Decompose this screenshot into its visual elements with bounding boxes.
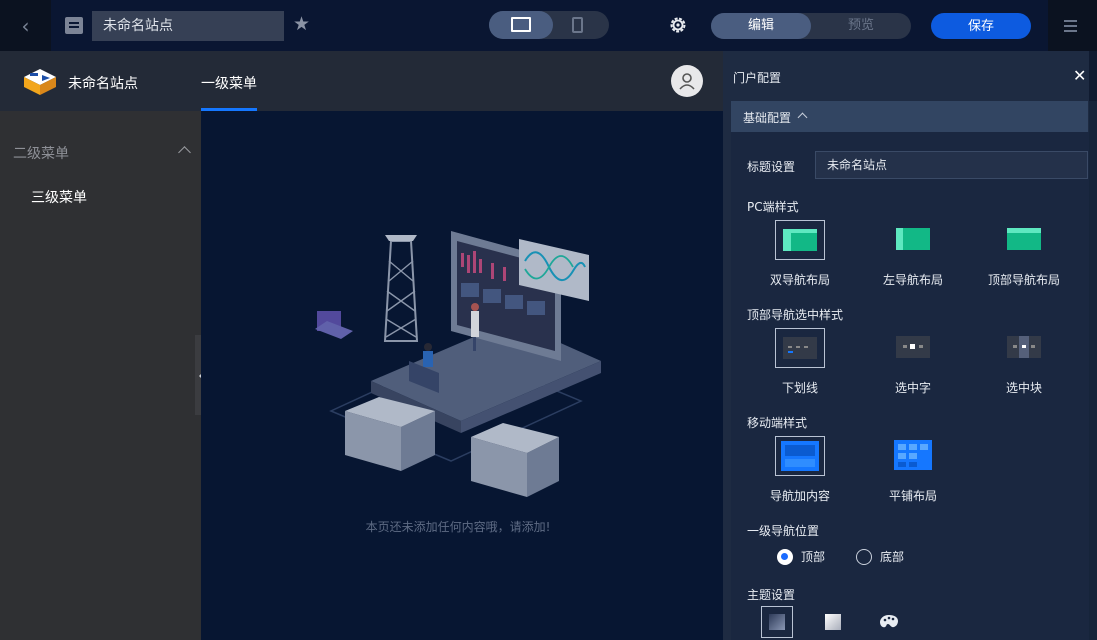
pc-style-left[interactable]: 左导航布局	[858, 220, 968, 288]
preview-mode-button[interactable]: 预览	[811, 13, 911, 39]
side-nav-level2[interactable]: 二级菜单	[13, 143, 69, 163]
site-name: 未命名站点	[68, 76, 138, 92]
option-label: 双导航布局	[769, 273, 830, 287]
section-body: 标题设置 未命名站点 PC端样式 双导航布局 左导航布局 顶部导航布局 顶部导航…	[731, 132, 1089, 640]
palette-icon[interactable]	[873, 606, 905, 638]
chevron-up-icon[interactable]	[178, 146, 191, 159]
site-header: 未命名站点 一级菜单	[0, 51, 723, 111]
radio-label: 底部	[880, 550, 905, 564]
top-nav-sel-text[interactable]: 选中字	[858, 328, 968, 396]
hamburger-menu-icon[interactable]	[1048, 0, 1097, 51]
pc-style-label: PC端样式	[747, 200, 799, 214]
panel-scrollbar[interactable]	[1089, 101, 1097, 640]
star-icon[interactable]: ★	[293, 13, 310, 35]
nav-position-top-radio[interactable]: 顶部	[777, 548, 825, 565]
theme-dark-swatch[interactable]	[761, 606, 793, 638]
mobile-thumb	[775, 436, 825, 476]
mobile-style-tiled[interactable]: 平铺布局	[858, 436, 968, 504]
option-label: 下划线	[781, 381, 818, 395]
layout-thumb	[888, 220, 938, 260]
layout-thumb	[775, 220, 825, 260]
chevron-left-icon: ‹	[21, 13, 30, 38]
top-nav-sel-label: 顶部导航选中样式	[747, 308, 844, 322]
site-title-input[interactable]: 未命名站点	[92, 11, 284, 41]
option-label: 导航加内容	[769, 489, 830, 503]
site-logo	[24, 69, 56, 95]
device-toggle	[489, 11, 609, 39]
back-button[interactable]: ‹	[0, 0, 51, 51]
radio-selected	[777, 548, 793, 565]
radio-unselected	[856, 548, 872, 565]
panel-body: 门户配置 ✕ 基础配置 标题设置 未命名站点 PC端样式 双导航布局 左导航布局…	[723, 51, 1089, 640]
save-button[interactable]: 保存	[931, 13, 1031, 39]
nav-position-bottom-radio[interactable]: 底部	[856, 548, 904, 565]
empty-state-text: 本页还未添加任何内容哦，请添加!	[365, 520, 551, 534]
option-label: 左导航布局	[882, 273, 943, 287]
theme-label: 主题设置	[747, 588, 796, 602]
radio-label: 顶部	[801, 550, 826, 564]
empty-illustration	[315, 231, 601, 497]
close-icon[interactable]: ✕	[1073, 66, 1086, 85]
mobile-style-label: 移动端样式	[747, 416, 808, 430]
nav-position-label: 一级导航位置	[747, 524, 820, 538]
mobile-view-button[interactable]	[572, 17, 583, 33]
top-toolbar: ‹ 未命名站点 ★ 编辑 预览 保存	[0, 0, 1097, 51]
pc-style-double[interactable]: 双导航布局	[745, 220, 855, 288]
mobile-style-nav-content[interactable]: 导航加内容	[745, 436, 855, 504]
theme-light-swatch[interactable]	[817, 606, 849, 638]
panel-title: 门户配置	[733, 71, 782, 85]
page-icon	[65, 17, 83, 34]
top-nav-sel-underline[interactable]: 下划线	[745, 328, 855, 396]
layout-thumb	[999, 220, 1049, 260]
desktop-view-button[interactable]	[489, 11, 553, 39]
title-setting-label: 标题设置	[747, 160, 796, 174]
mode-toggle: 编辑 预览	[711, 13, 911, 39]
style-thumb	[888, 328, 938, 368]
edit-mode-button[interactable]: 编辑	[711, 13, 811, 39]
top-nav-sel-block[interactable]: 选中块	[969, 328, 1079, 396]
mobile-thumb	[888, 436, 938, 476]
side-nav: 二级菜单 三级菜单	[0, 111, 201, 640]
section-header-basic[interactable]: 基础配置	[731, 101, 1088, 132]
style-thumb	[775, 328, 825, 368]
style-thumb	[999, 328, 1049, 368]
chevron-up-icon	[797, 112, 808, 123]
option-label: 选中字	[894, 381, 931, 395]
top-nav-item[interactable]: 一级菜单	[201, 73, 257, 93]
gear-icon[interactable]	[668, 15, 688, 35]
page-content: 本页还未添加任何内容哦，请添加!	[201, 111, 723, 640]
option-label: 选中块	[1005, 381, 1042, 395]
portal-config-panel: 门户配置 ✕ 基础配置 标题设置 未命名站点 PC端样式 双导航布局 左导航布局…	[723, 51, 1097, 640]
side-nav-level3[interactable]: 三级菜单	[31, 187, 87, 207]
section-label: 基础配置	[743, 111, 792, 125]
pc-style-top[interactable]: 顶部导航布局	[969, 220, 1079, 288]
option-label: 平铺布局	[888, 489, 937, 503]
title-setting-input[interactable]: 未命名站点	[815, 151, 1088, 179]
avatar[interactable]	[671, 65, 703, 97]
option-label: 顶部导航布局	[987, 273, 1060, 287]
